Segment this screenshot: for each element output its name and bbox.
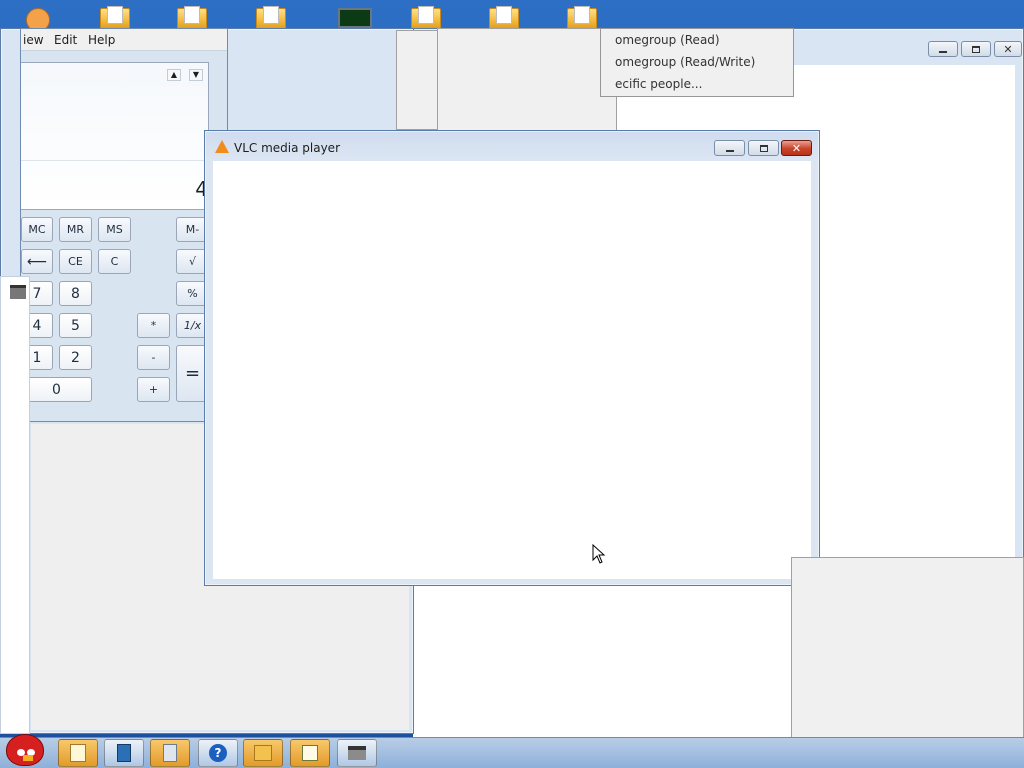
printer-icon [348, 746, 366, 760]
ms-button[interactable]: MS [98, 217, 131, 242]
menu-view[interactable]: iew [23, 33, 44, 47]
taskbar-notepad[interactable] [58, 739, 98, 767]
menu-item-homegroup-readwrite[interactable]: omegroup (Read/Write) [615, 55, 755, 69]
mouse-cursor-icon [592, 544, 606, 564]
menu-help[interactable]: Help [88, 33, 115, 47]
taskbar-folder[interactable] [243, 739, 283, 767]
vlc-window: VLC media player ✕ [204, 130, 820, 586]
notepad-pen-icon [302, 745, 318, 761]
eight-button[interactable]: 8 [59, 281, 92, 306]
vlc-video-area[interactable] [213, 161, 811, 579]
scroll-down-icon[interactable]: ▼ [189, 69, 203, 81]
ce-button[interactable]: CE [59, 249, 92, 274]
zero-button[interactable]: 0 [21, 377, 92, 402]
calculator-icon [163, 744, 177, 762]
taskbar-calculator[interactable] [150, 739, 190, 767]
maximize-button[interactable] [961, 41, 991, 57]
angry-bird-start-icon [6, 734, 44, 766]
backspace-button[interactable]: ⟵ [21, 249, 53, 274]
multiply-button[interactable]: * [137, 313, 170, 338]
taskbar-book[interactable] [104, 739, 144, 767]
calculator-window: iew Edit Help ▲ ▼ 4 MC MR MS M- ⟵ CE C √… [20, 28, 228, 422]
vlc-cone-icon [215, 140, 229, 153]
mr-button[interactable]: MR [59, 217, 92, 242]
notepad-icon [70, 744, 86, 762]
minimize-button[interactable] [928, 41, 958, 57]
gray-popup-panel [791, 557, 1024, 762]
printer-icon[interactable] [10, 285, 26, 299]
vlc-close-button[interactable]: ✕ [781, 140, 812, 156]
c-button[interactable]: C [98, 249, 131, 274]
close-button[interactable]: ✕ [994, 41, 1022, 57]
calculator-menubar: iew Edit Help [21, 29, 227, 51]
taskbar-printer[interactable] [337, 739, 377, 767]
scroll-up-icon[interactable]: ▲ [167, 69, 181, 81]
side-window-edge [0, 276, 30, 734]
minus-button[interactable]: - [137, 345, 170, 370]
plus-button[interactable]: + [137, 377, 170, 402]
taskbar-notepad-pen[interactable] [290, 739, 330, 767]
mc-button[interactable]: MC [21, 217, 53, 242]
five-button[interactable]: 5 [59, 313, 92, 338]
history-separator [21, 160, 207, 161]
two-button[interactable]: 2 [59, 345, 92, 370]
taskbar-help[interactable]: ? [198, 739, 238, 767]
dropdown-panel [396, 30, 438, 130]
menu-item-specific-people[interactable]: ecific people... [615, 77, 702, 91]
vlc-title: VLC media player [234, 141, 341, 155]
calculator-display: ▲ ▼ 4 [21, 62, 209, 210]
menu-edit[interactable]: Edit [54, 33, 77, 47]
lower-white-area [413, 586, 793, 738]
start-button[interactable] [0, 730, 48, 768]
menu-item-homegroup-read[interactable]: omegroup (Read) [615, 33, 720, 47]
help-icon: ? [209, 744, 227, 762]
folder-icon [254, 745, 272, 761]
book-icon [117, 744, 131, 762]
share-with-menu: omegroup (Read) omegroup (Read/Write) ec… [600, 28, 794, 97]
vlc-maximize-button[interactable] [748, 140, 779, 156]
vlc-minimize-button[interactable] [714, 140, 745, 156]
